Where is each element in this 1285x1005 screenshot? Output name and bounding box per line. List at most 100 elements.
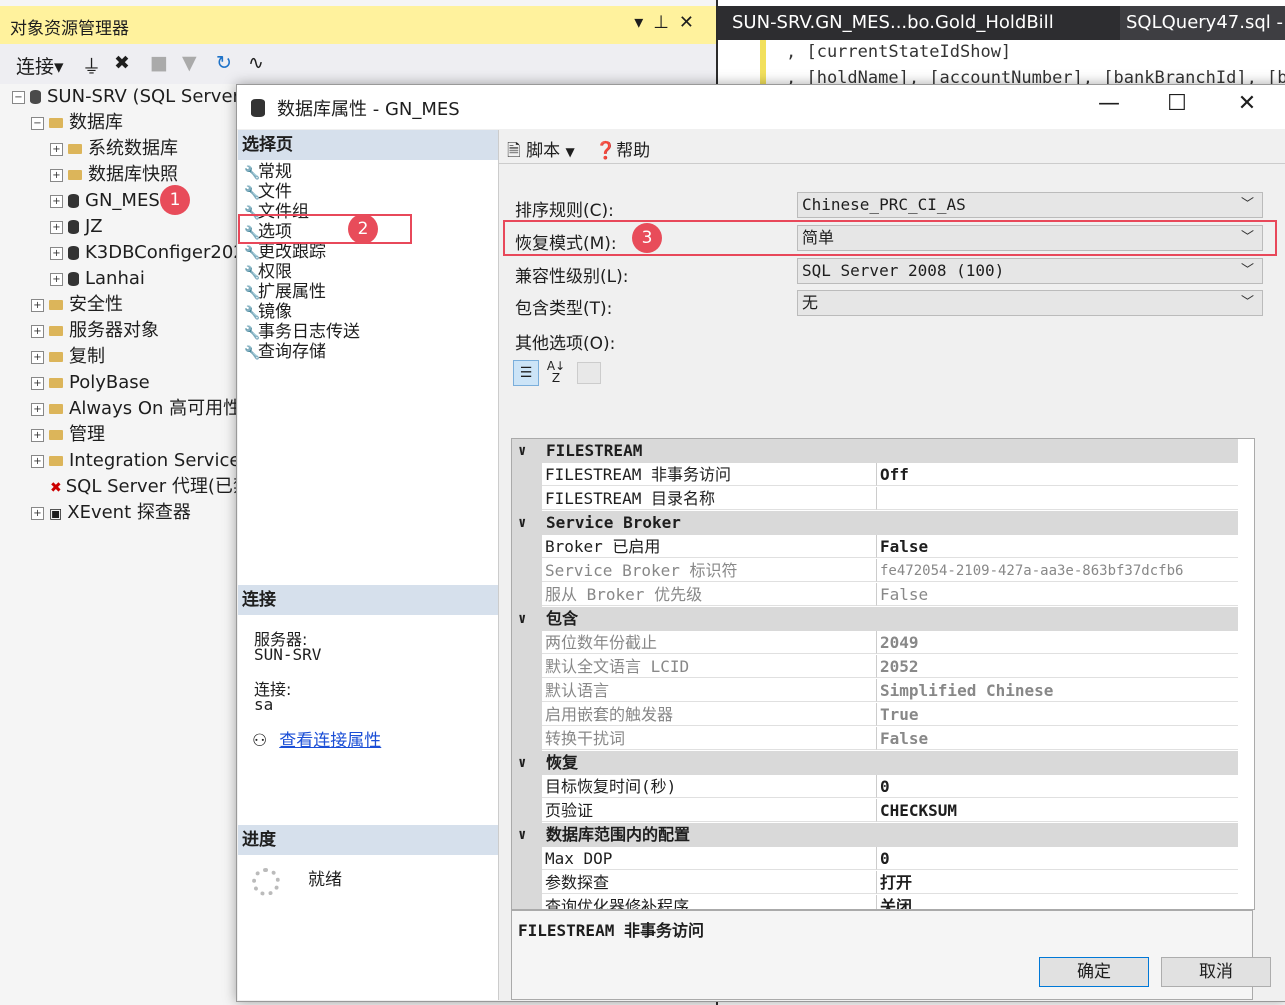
page-change-tracking[interactable]: 🔧更改跟踪 [244, 242, 326, 262]
tree-node-polybase[interactable]: + PolyBase [31, 370, 150, 396]
property-row[interactable]: FILESTREAM 目录名称 [512, 487, 1238, 511]
category-filestream[interactable]: ∨ FILESTREAM [512, 439, 1238, 463]
tree-node-integration[interactable]: + Integration Services [31, 448, 250, 474]
close-button[interactable]: ✕ [1227, 91, 1267, 116]
property-row[interactable]: 参数探查 打开 [512, 871, 1238, 895]
page-extended-properties[interactable]: 🔧扩展属性 [244, 282, 326, 302]
compatibility-level-select[interactable]: SQL Server 2008 (100) ﹀ [797, 258, 1263, 284]
expand-icon[interactable]: + [31, 350, 44, 364]
categorized-icon[interactable]: ☰ [513, 360, 539, 386]
collation-select[interactable]: Chinese_PRC_CI_AS ﹀ [797, 192, 1263, 218]
compatibility-level-label: 兼容性级别(L): [515, 267, 629, 287]
expand-icon[interactable]: + [31, 298, 44, 312]
expand-icon[interactable]: + [50, 272, 63, 286]
tree-node-security[interactable]: + 安全性 [31, 292, 123, 318]
page-permissions[interactable]: 🔧权限 [244, 262, 292, 282]
expand-icon[interactable]: + [50, 246, 63, 260]
sort-alphabetical-icon[interactable]: A↓ Z [543, 360, 569, 386]
minimize-button[interactable]: — [1089, 91, 1129, 116]
property-row[interactable]: FILESTREAM 非事务访问 Off [512, 463, 1238, 487]
object-explorer-toolbar: 连接▾ ⏚ ✖ ■ ▼ ↻ ∿ [0, 44, 716, 84]
wrench-icon: 🔧 [244, 246, 261, 261]
object-explorer-title: 对象资源管理器 [10, 19, 129, 39]
annotation-badge-1: 1 [160, 185, 190, 215]
chevron-down-icon: ∨ [518, 611, 527, 627]
stop-icon[interactable]: ■ [150, 52, 168, 74]
expand-icon[interactable]: + [31, 506, 44, 520]
panel-window-buttons[interactable]: ▾⊥✕ [634, 12, 704, 33]
expand-icon[interactable]: + [31, 402, 44, 416]
code-area[interactable]: , [currentStateIdShow] , [holdName], [ac… [718, 40, 1285, 90]
maximize-button[interactable]: ☐ [1157, 91, 1197, 116]
disconnect-icon[interactable]: ✖ [114, 52, 130, 74]
page-general[interactable]: 🔧常规 [244, 162, 292, 182]
property-row[interactable]: 转换干扰词 False [512, 727, 1238, 751]
tree-node-gn-mes[interactable]: + GN_MES [50, 188, 160, 214]
chevron-down-icon: ▼ [565, 145, 575, 159]
help-button[interactable]: ❓帮助 [595, 136, 650, 161]
ok-button[interactable]: 确定 [1039, 957, 1149, 987]
property-row[interactable]: 查询优化器修补程序 关闭 [512, 895, 1238, 909]
tab-gold-holdbill[interactable]: SUN-SRV.GN_MES...bo.Gold_HoldBill [732, 6, 1112, 40]
tree-node-agent[interactable]: ✖ SQL Server 代理(已禁 [50, 474, 251, 500]
expand-icon[interactable]: + [31, 428, 44, 442]
refresh-icon[interactable]: ↻ [216, 52, 232, 74]
tree-node-lanhai[interactable]: + Lanhai [50, 266, 145, 292]
filter-icon[interactable]: ▼ [182, 52, 197, 74]
tree-node-databases[interactable]: − 数据库 [31, 110, 123, 136]
tree-node-server[interactable]: − SUN-SRV (SQL Server [12, 84, 240, 110]
property-row[interactable]: 默认语言 Simplified Chinese [512, 679, 1238, 703]
tree-node-system-dbs[interactable]: + 系统数据库 [50, 136, 178, 162]
property-pages-icon[interactable] [577, 362, 601, 384]
property-row[interactable]: 默认全文语言 LCID 2052 [512, 655, 1238, 679]
cancel-button[interactable]: 取消 [1161, 957, 1271, 987]
tree-node-k3[interactable]: + K3DBConfiger202 [50, 240, 245, 266]
property-row[interactable]: 目标恢复时间(秒) 0 [512, 775, 1238, 799]
expand-icon[interactable]: + [50, 168, 63, 182]
category-containment[interactable]: ∨ 包含 [512, 607, 1238, 631]
page-files[interactable]: 🔧文件 [244, 182, 292, 202]
expand-icon[interactable]: + [31, 324, 44, 338]
tab-sqlquery47[interactable]: SQLQuery47.sql - ... [1120, 6, 1285, 40]
property-row[interactable]: Broker 已启用 False [512, 535, 1238, 559]
database-icon [251, 99, 265, 117]
expand-icon[interactable]: + [50, 142, 63, 156]
tree-node-replication[interactable]: + 复制 [31, 344, 105, 370]
category-database-scoped-config[interactable]: ∨ 数据库范围内的配置 [512, 823, 1238, 847]
wrench-icon: 🔧 [244, 286, 261, 301]
tree-node-snapshots[interactable]: + 数据库快照 [50, 162, 178, 188]
wrench-icon: 🔧 [244, 266, 261, 281]
xevent-icon: ▣ [49, 506, 63, 522]
expand-icon[interactable]: + [50, 194, 63, 208]
containment-type-select[interactable]: 无 ﹀ [797, 290, 1263, 316]
highlight-recovery-model [503, 220, 1277, 256]
property-row[interactable]: 服从 Broker 优先级 False [512, 583, 1238, 607]
view-connection-properties[interactable]: ⚇ 查看连接属性 [252, 726, 381, 751]
connect-button[interactable]: 连接▾ [16, 52, 64, 79]
expand-icon[interactable]: + [31, 376, 44, 390]
expand-icon[interactable]: + [50, 220, 63, 234]
page-query-store[interactable]: 🔧查询存储 [244, 342, 326, 362]
property-row[interactable]: Max DOP 0 [512, 847, 1238, 871]
progress-spinner-icon [252, 868, 280, 896]
tree-node-server-objects[interactable]: + 服务器对象 [31, 318, 159, 344]
property-row[interactable]: 两位数年份截止 2049 [512, 631, 1238, 655]
tree-node-always-on[interactable]: + Always On 高可用性 [31, 396, 241, 422]
collapse-icon[interactable]: − [12, 90, 25, 104]
property-row[interactable]: 启用嵌套的触发器 True [512, 703, 1238, 727]
plug-icon[interactable]: ⏚ [82, 52, 101, 79]
containment-type-label: 包含类型(T): [515, 299, 613, 319]
tree-node-xevent[interactable]: + ▣ XEvent 探查器 [31, 500, 191, 526]
collapse-icon[interactable]: − [31, 116, 44, 130]
tree-node-jz[interactable]: + JZ [50, 214, 103, 240]
page-mirroring[interactable]: 🔧镜像 [244, 302, 292, 322]
property-grid-scrollbar[interactable]: ∧ ∨ [1254, 439, 1255, 909]
activity-monitor-icon[interactable]: ∿ [248, 52, 264, 74]
tree-node-management[interactable]: + 管理 [31, 422, 105, 448]
expand-icon[interactable]: + [31, 454, 44, 468]
category-recovery[interactable]: ∨ 恢复 [512, 751, 1238, 775]
property-row[interactable]: Service Broker 标识符 fe472054-2109-427a-aa3… [512, 559, 1238, 583]
page-log-shipping[interactable]: 🔧事务日志传送 [244, 322, 360, 342]
property-row[interactable]: 页验证 CHECKSUM [512, 799, 1238, 823]
category-service-broker[interactable]: ∨ Service Broker [512, 511, 1238, 535]
